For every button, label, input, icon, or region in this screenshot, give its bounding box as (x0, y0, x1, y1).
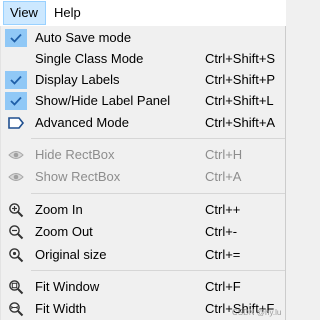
menu-item-shortcut: Ctrl+F (205, 279, 241, 294)
fit-width-icon (5, 300, 27, 318)
menu-item-label: Fit Width (35, 301, 87, 316)
checkmark-icon (5, 29, 27, 47)
menu-item-label: Zoom In (35, 202, 83, 217)
menu-item-label: Single Class Mode (35, 51, 144, 66)
menu-item-label: Show RectBox (35, 169, 121, 184)
menu-bar: View Help (0, 0, 286, 27)
menu-item-show-hide-label-panel[interactable]: Show/Hide Label Panel Ctrl+Shift+L (1, 90, 285, 112)
zoom-out-icon (5, 223, 27, 241)
checkmark-icon (5, 71, 27, 89)
menu-separator (31, 193, 285, 194)
eye-icon (5, 168, 27, 186)
checkmark-icon (5, 92, 27, 110)
menu-item-shortcut: Ctrl+Shift+P (205, 72, 276, 87)
menu-item-shortcut: Ctrl+H (205, 147, 243, 162)
menu-item-shortcut: Ctrl++ (205, 202, 241, 217)
menu-item-original-size[interactable]: Original size Ctrl+= (1, 244, 285, 266)
menu-help[interactable]: Help (48, 1, 86, 25)
fit-window-icon (5, 278, 27, 296)
menu-item-label: Hide RectBox (35, 147, 115, 162)
menu-item-single-class-mode[interactable]: Single Class Mode Ctrl+Shift+S (1, 48, 285, 70)
watermark: CSDN @hy.lu (232, 308, 282, 317)
menu-item-zoom-in[interactable]: Zoom In Ctrl++ (1, 199, 285, 221)
menu-item-shortcut: Ctrl+Shift+L (205, 93, 274, 108)
menu-item-shortcut: Ctrl+- (205, 224, 238, 239)
label-tag-icon (5, 114, 27, 132)
view-menu-dropdown: Auto Save mode Single Class Mode Ctrl+Sh… (0, 26, 286, 320)
menu-item-shortcut: Ctrl+Shift+A (205, 115, 276, 130)
menu-item-hide-rectbox: Hide RectBox Ctrl+H (1, 144, 285, 166)
menu-item-label: Fit Window (35, 279, 100, 294)
eye-icon (5, 146, 27, 164)
zoom-original-icon (5, 246, 27, 264)
menu-item-zoom-out[interactable]: Zoom Out Ctrl+- (1, 221, 285, 243)
menu-item-label: Display Labels (35, 72, 120, 87)
menu-separator (31, 138, 285, 139)
menu-item-auto-save-mode[interactable]: Auto Save mode (1, 27, 285, 49)
menu-item-label: Advanced Mode (35, 115, 129, 130)
menu-item-shortcut: Ctrl+A (205, 169, 242, 184)
menu-separator (31, 270, 285, 271)
menu-item-label: Original size (35, 247, 107, 262)
menu-item-fit-window[interactable]: Fit Window Ctrl+F (1, 276, 285, 298)
menu-item-display-labels[interactable]: Display Labels Ctrl+Shift+P (1, 69, 285, 91)
menu-item-shortcut: Ctrl+Shift+S (205, 51, 276, 66)
menu-item-shortcut: Ctrl+= (205, 247, 241, 262)
menu-item-label: Show/Hide Label Panel (35, 93, 171, 108)
menu-view[interactable]: View (3, 1, 46, 25)
zoom-in-icon (5, 201, 27, 219)
menu-item-label: Auto Save mode (35, 30, 132, 45)
menu-item-show-rectbox: Show RectBox Ctrl+A (1, 166, 285, 188)
menu-item-label: Zoom Out (35, 224, 93, 239)
menu-item-advanced-mode[interactable]: Advanced Mode Ctrl+Shift+A (1, 112, 285, 134)
